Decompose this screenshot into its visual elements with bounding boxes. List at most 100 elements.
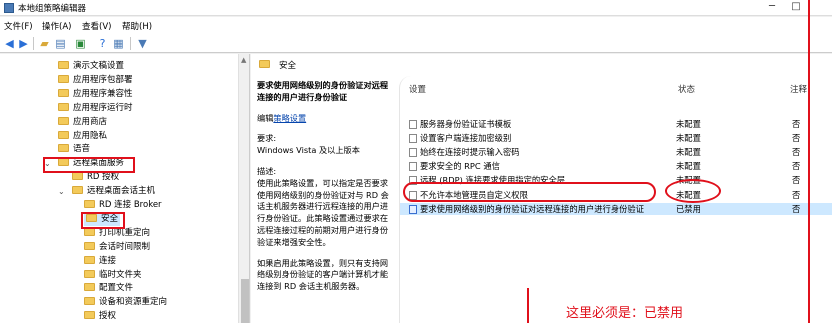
policy-comment: 否	[792, 203, 801, 214]
tree-node[interactable]: 应用程序兼容性	[58, 88, 133, 101]
tree-node[interactable]: 临时文件夹	[84, 269, 142, 282]
highlight-security	[81, 212, 125, 229]
tree-node-label: 设备和资源重定向	[99, 297, 168, 308]
policy-name: 始终在连接时提示输入密码	[420, 147, 520, 158]
folder-icon	[84, 311, 95, 320]
tree-node-label: 授权	[99, 311, 117, 322]
tree-node[interactable]: 语音	[58, 143, 90, 156]
policy-row[interactable]: 设置客户端连接加密级别 未配置 否	[400, 132, 832, 144]
folder-icon	[58, 116, 69, 125]
show-hide-tree-icon[interactable]: ▤	[54, 37, 67, 50]
toolbar-divider	[33, 37, 34, 50]
tree-node-label: 应用程序运行时	[73, 102, 133, 113]
folder-icon	[84, 241, 95, 250]
description-more: 如果启用此策略设置，则只有支持网络级别身份验证的客户端计算机才能连接到 RD 会…	[257, 257, 389, 292]
tree-node[interactable]: RD 连接 Broker	[84, 199, 162, 212]
folder-icon	[58, 130, 69, 139]
tree-node[interactable]: 应用隐私	[58, 130, 107, 143]
policy-state: 未配置	[676, 161, 701, 172]
tree-node[interactable]: 授权	[84, 310, 116, 323]
minimize-button[interactable]: ─	[760, 0, 784, 14]
description-label: 描述:	[257, 165, 277, 176]
menu-help[interactable]: 帮助(H)	[122, 20, 152, 32]
tree-node[interactable]: RD 授权	[72, 171, 119, 184]
policy-row[interactable]: 要求安全的 RPC 通信 未配置 否	[400, 160, 832, 172]
toolbar: ◀ ▶ ▰ ▤ ▣ ? ▦ ▼	[0, 34, 832, 53]
forward-arrow-icon[interactable]: ▶	[17, 37, 30, 50]
properties-icon[interactable]: ▦	[112, 37, 125, 50]
tree-node[interactable]: 演示文稿设置	[58, 60, 124, 73]
policy-setting-icon	[409, 162, 417, 172]
tree-node[interactable]: 远程桌面会话主机	[72, 185, 155, 198]
title-bar: 本地组策略编辑器 ─ □	[0, 0, 832, 16]
folder-icon	[84, 255, 95, 264]
menu-view[interactable]: 查看(V)	[82, 20, 111, 32]
export-list-icon[interactable]: ▣	[74, 37, 87, 50]
policy-state: 未配置	[676, 133, 701, 144]
annotation-line	[808, 0, 810, 323]
policy-row[interactable]: 服务器身份验证证书模板 未配置 否	[400, 118, 832, 130]
column-comment[interactable]: 注释	[790, 83, 807, 95]
tree-node-label: RD 授权	[87, 172, 120, 183]
requirements-value: Windows Vista 及以上版本	[257, 145, 360, 156]
menu-action[interactable]: 操作(A)	[42, 20, 71, 32]
policy-setting-icon	[409, 134, 417, 144]
tree-node[interactable]: 应用商店	[58, 116, 107, 129]
folder-icon	[72, 186, 83, 195]
policy-row[interactable]: 要求使用网络级别的身份验证对远程连接的用户进行身份验证 已禁用 否	[400, 202, 832, 215]
tree-node[interactable]: 连接	[84, 255, 116, 268]
policy-name: 服务器身份验证证书模板	[420, 119, 512, 129]
tree-node[interactable]: 应用程序运行时	[58, 102, 133, 115]
scroll-up-icon[interactable]: ▲	[241, 56, 246, 64]
policy-setting-icon	[409, 120, 417, 129]
policy-comment: 否	[792, 119, 801, 129]
maximize-button[interactable]: □	[784, 0, 808, 14]
folder-icon	[84, 297, 95, 306]
tree-node-label: 打印机重定向	[99, 227, 151, 238]
policy-state: 未配置	[676, 119, 701, 129]
expand-chevron-icon[interactable]: ⌄	[58, 187, 65, 196]
toolbar-divider	[130, 37, 131, 50]
edit-policy-link[interactable]: 策略设置	[273, 113, 306, 123]
menu-bar: 文件(F) 操作(A) 查看(V) 帮助(H)	[0, 17, 832, 34]
column-setting[interactable]: 设置	[409, 83, 426, 95]
tree-node-label: 语音	[73, 144, 91, 155]
tree-node-label: 配置文件	[99, 283, 134, 294]
policy-comment: 否	[792, 161, 801, 172]
highlight-disabled-state	[665, 179, 721, 203]
tree-node-label: RD 连接 Broker	[99, 200, 162, 210]
menu-file[interactable]: 文件(F)	[4, 20, 33, 32]
policy-setting-icon	[409, 148, 417, 158]
tree-node[interactable]: 配置文件	[84, 282, 133, 295]
up-folder-icon[interactable]: ▰	[38, 37, 51, 50]
description: 描述: 使用此策略设置，可以指定是否要求使用网络级别的身份验证对与 RD 会话主机…	[257, 166, 394, 249]
tree-node[interactable]: 设备和资源重定向	[84, 296, 167, 309]
folder-icon	[58, 102, 69, 111]
tree-node-label: 应用程序包部署	[73, 74, 133, 85]
tree-node-label: 连接	[99, 255, 117, 266]
back-arrow-icon[interactable]: ◀	[3, 37, 16, 50]
folder-icon	[84, 283, 95, 292]
tree-node[interactable]: 应用程序包部署	[58, 74, 133, 87]
policy-comment: 否	[792, 133, 801, 144]
policy-state: 已禁用	[676, 203, 701, 214]
highlight-remote-desktop	[43, 157, 135, 173]
requirements-label: 要求:	[257, 133, 277, 144]
column-state[interactable]: 状态	[678, 83, 695, 95]
help-icon[interactable]: ?	[96, 37, 109, 50]
policy-name: 要求安全的 RPC 通信	[420, 161, 500, 172]
folder-icon	[72, 172, 83, 181]
pane-header: 安全	[251, 54, 832, 76]
filter-icon[interactable]: ▼	[136, 37, 149, 50]
folder-icon	[58, 61, 69, 69]
tree-scrollbar[interactable]: ▲	[238, 54, 249, 323]
folder-icon	[259, 60, 270, 68]
policy-row[interactable]: 始终在连接时提示输入密码 未配置 否	[400, 146, 832, 158]
annotation-note: 这里必须是：已禁用	[566, 306, 684, 321]
tree-node-label: 会话时间限制	[99, 241, 151, 252]
window-title: 本地组策略编辑器	[18, 4, 87, 14]
tree-node[interactable]: 会话时间限制	[84, 241, 150, 254]
scrollbar-thumb[interactable]	[241, 279, 249, 323]
app-icon	[4, 3, 14, 13]
annotation-bracket	[527, 288, 529, 323]
